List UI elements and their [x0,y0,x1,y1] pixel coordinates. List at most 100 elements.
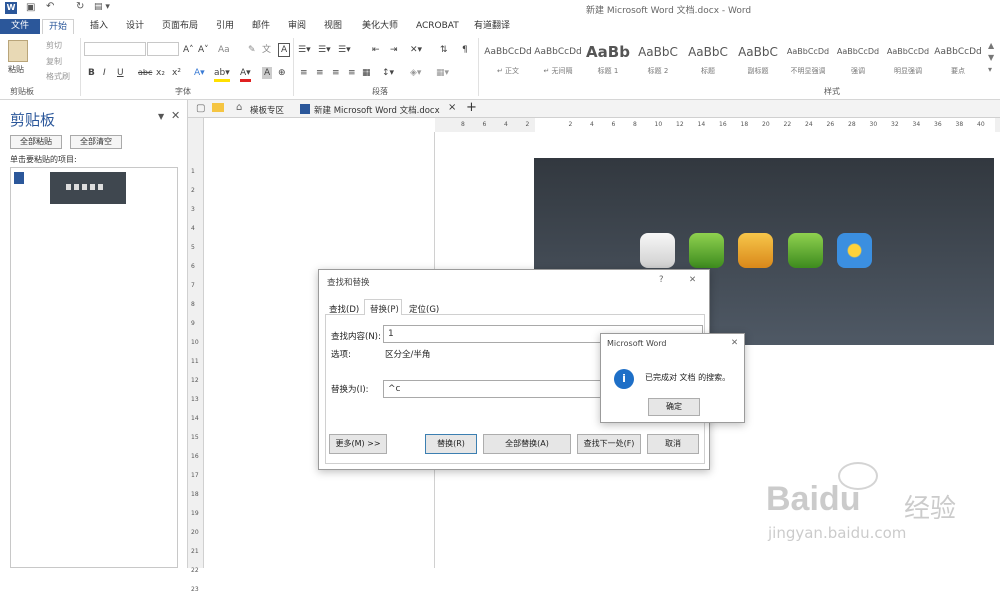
style-item[interactable]: AaBbC 标题 [684,40,732,78]
tab-home[interactable]: 开始 [42,19,75,34]
pane-options-icon[interactable]: ▼ [158,112,164,121]
tab-acrobat[interactable]: ACROBAT [410,19,465,34]
document-tab-bar: ▢ ⌂ 模板专区 新建 Microsoft Word 文档.docx × + [188,100,1000,118]
font-color-icon[interactable]: A▾ [240,67,251,82]
replace-all-button[interactable]: 全部替换(A) [483,434,571,454]
style-item[interactable]: AaBb 标题 1 [584,40,632,78]
help-button[interactable]: ? [659,275,664,285]
border-char-icon[interactable]: A [278,43,291,57]
tab-replace[interactable]: 替换(P) [364,299,402,315]
multilevel-icon[interactable]: ☰▾ [338,44,351,56]
justify-icon[interactable]: ≡ [348,67,356,79]
superscript-button[interactable]: x² [172,67,181,79]
ruler-tick-label: 30 [869,121,878,128]
quick-access-icon[interactable]: ▤ ▾ [94,2,110,12]
tab-mailings[interactable]: 邮件 [246,19,276,34]
tab-close-icon[interactable]: × [448,102,456,113]
italic-button[interactable]: I [103,67,106,79]
mail-app-icon [640,233,675,268]
pane-close-icon[interactable]: ✕ [171,109,180,122]
change-case-icon[interactable]: Aa [218,44,230,56]
style-item[interactable]: AaBbCcDd 不明显强调 [784,40,832,78]
word-icon[interactable]: W [5,2,17,14]
save-icon[interactable]: ▣ [26,2,35,13]
numbering-icon[interactable]: ☰▾ [318,44,331,56]
tab-references[interactable]: 引用 [210,19,240,34]
tab-beautify[interactable]: 美化大师 [356,19,404,34]
decrease-indent-icon[interactable]: ⇤ [372,44,380,56]
window-title: 新建 Microsoft Word 文档.docx - Word [586,6,752,16]
copy-button[interactable]: 复制 [46,56,62,67]
tab-find[interactable]: 查找(D) [329,303,359,315]
bold-button[interactable]: B [88,67,95,79]
ok-button[interactable]: 确定 [648,398,700,416]
styles-scroll-icon[interactable]: ▲ ▼ ▾ [988,40,994,76]
strikethrough-button[interactable]: abc [138,67,152,79]
cut-button[interactable]: 剪切 [46,40,62,51]
shrink-font-icon[interactable]: A˅ [198,44,209,56]
vertical-ruler[interactable]: 1 2 3 4 5 6 7 8 9 10 11 12 13 14 15 16 17 18 19 20 21 22 23 [188,118,204,593]
phonetic-icon[interactable]: 文 [262,44,271,56]
style-item[interactable]: AaBbCcDd 强调 [834,40,882,78]
message-close-button[interactable]: ✕ [731,338,738,348]
distribute-icon[interactable]: ▦ [362,67,371,79]
tab-youdao[interactable]: 有道翻译 [468,19,516,34]
align-center-icon[interactable]: ≡ [316,67,324,79]
tab-document[interactable]: 新建 Microsoft Word 文档.docx [314,104,440,116]
folder-icon[interactable] [212,103,224,112]
more-button[interactable]: 更多(M) >> [329,434,387,454]
line-spacing-icon[interactable]: ↕▾ [382,67,394,79]
close-button[interactable]: ✕ [689,275,696,285]
text-effect-icon[interactable]: A▾ [194,67,205,79]
style-item[interactable]: AaBbCcDd ↵ 无间隔 [534,40,582,78]
char-shading-icon[interactable]: A [262,67,273,79]
style-item[interactable]: AaBbCcDd 明显强调 [884,40,932,78]
paste-all-button[interactable]: 全部粘贴 [10,135,62,149]
tab-view[interactable]: 视图 [318,19,348,34]
cancel-button[interactable]: 取消 [647,434,699,454]
format-painter-button[interactable]: 格式刷 [46,71,70,82]
replace-button[interactable]: 替换(R) [425,434,477,454]
horizontal-ruler[interactable]: 8 6 4 2 2 4 6 8 10 12 14 16 18 20 22 24 26 28 30 32 34 36 38 40 [435,118,1000,132]
undo-icon[interactable]: ↶ [46,1,54,12]
find-next-button[interactable]: 查找下一处(F) [577,434,641,454]
show-marks-icon[interactable]: ¶ [462,44,468,56]
clear-all-button[interactable]: 全部清空 [70,135,122,149]
new-doc-icon[interactable]: ▢ [196,103,205,114]
paste-icon[interactable] [8,40,28,62]
align-right-icon[interactable]: ≡ [332,67,340,79]
clear-format-icon[interactable]: ✎ [248,44,256,56]
tab-review[interactable]: 审阅 [282,19,312,34]
align-left-icon[interactable]: ≡ [300,67,308,79]
font-size-box[interactable] [147,42,179,56]
enclose-char-icon[interactable]: ⊕ [278,67,286,79]
underline-button[interactable]: U [117,67,124,79]
add-tab-icon[interactable]: + [466,100,477,115]
style-item[interactable]: AaBbCcDd ↵ 正文 [484,40,532,78]
increase-indent-icon[interactable]: ⇥ [390,44,398,56]
shading-icon[interactable]: ◈▾ [410,67,421,79]
tab-goto[interactable]: 定位(G) [409,303,439,315]
grow-font-icon[interactable]: A˄ [183,44,194,56]
style-item[interactable]: AaBbC 标题 2 [634,40,682,78]
home-icon[interactable]: ⌂ [236,102,242,113]
font-name-box[interactable] [84,42,146,56]
tab-insert[interactable]: 插入 [84,19,114,34]
borders-icon[interactable]: ▦▾ [436,67,449,79]
clip-item-thumbnail[interactable] [50,172,126,204]
paste-button[interactable]: 粘贴 [8,64,24,75]
tab-template[interactable]: 模板专区 [250,104,284,116]
ruler-tick-label: 16 [191,453,199,460]
subscript-button[interactable]: x₂ [156,67,165,79]
style-item[interactable]: AaBbCcDd 要点 [934,40,982,78]
style-name: 强调 [851,67,865,75]
tab-layout[interactable]: 页面布局 [156,19,204,34]
bullets-icon[interactable]: ☰▾ [298,44,311,56]
tab-file[interactable]: 文件 [0,19,40,34]
sort-icon[interactable]: ⇅ [440,44,448,56]
redo-icon[interactable]: ↻ [76,1,84,12]
style-item[interactable]: AaBbC 副标题 [734,40,782,78]
tab-design[interactable]: 设计 [120,19,150,34]
chinese-layout-icon[interactable]: ✕▾ [410,44,422,56]
highlight-icon[interactable]: ab▾ [214,67,230,82]
